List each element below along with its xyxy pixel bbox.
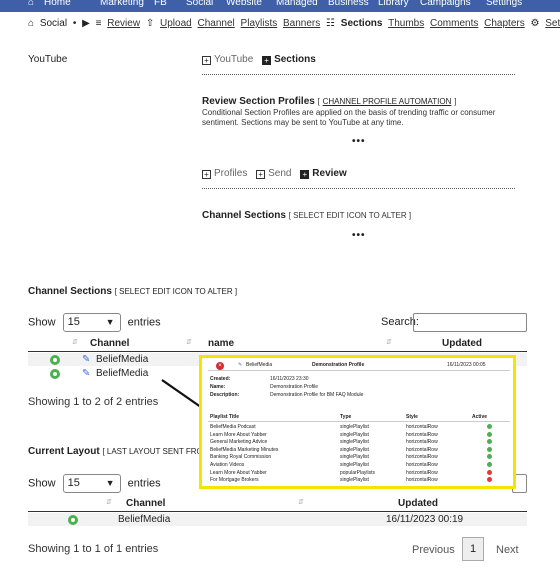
column-header-style: Style [406, 414, 418, 420]
popup-playlist-row: Aviation Videos singlePlaylist horizontalR… [210, 462, 500, 469]
playlist-title: Banking Royal Commission [210, 454, 272, 461]
playlist-type: singlePlaylist [340, 424, 369, 430]
active-toggle-icon[interactable] [487, 446, 492, 452]
field-value: Demonstration Profile [270, 384, 319, 390]
playlist-type: singlePlaylist [340, 431, 369, 438]
playlist-type: singlePlaylist [340, 454, 369, 461]
popup-playlist-row: General Marketing Advice singlePlaylist ho… [210, 439, 500, 446]
playlist-title: BeliefMedia Podcast [210, 424, 256, 430]
playlist-style: horizontalRow [406, 446, 438, 453]
active-toggle-icon[interactable] [487, 424, 492, 429]
popup-playlist-row: Learn More About Yabber singlePlaylist hor… [210, 431, 500, 439]
playlist-type: singlePlaylist [340, 462, 369, 468]
playlist-title: General Marketing Advice [210, 439, 268, 446]
divider [208, 421, 510, 422]
close-icon[interactable]: × [216, 362, 224, 370]
popup-playlist-row: Learn More About Yabber popularPlaylists h… [210, 469, 500, 477]
playlist-type: popularPlaylists [340, 469, 376, 476]
popup-playlist-row: For Mortgage Brokers singlePlaylist horizo… [210, 477, 500, 484]
inactive-toggle-icon[interactable] [487, 469, 492, 475]
active-toggle-icon[interactable] [487, 431, 492, 437]
edit-icon[interactable]: ✎ [238, 362, 242, 368]
playlist-title: Learn More About Yabber [210, 431, 267, 438]
popup-playlist-row: Banking Royal Commission singlePlaylist ho… [210, 454, 500, 461]
active-toggle-icon[interactable] [487, 439, 492, 445]
active-toggle-icon[interactable] [487, 462, 492, 467]
playlist-style: horizontalRow [406, 454, 438, 461]
playlist-style: horizontalRow [406, 462, 438, 468]
playlist-title: BeliefMedia Marketing Minutes [210, 446, 279, 453]
playlist-style: horizontalRow [406, 469, 438, 476]
playlist-title: Learn More About Yabber [210, 469, 267, 476]
playlist-title: For Mortgage Brokers [210, 477, 259, 484]
field-label: Description: [210, 392, 240, 398]
playlist-type: singlePlaylist [340, 439, 369, 446]
playlist-style: horizontalRow [406, 431, 438, 438]
popup-playlist-row: BeliefMedia Podcast singlePlaylist horizon… [210, 424, 500, 431]
field-label: Name: [210, 384, 226, 390]
divider [208, 370, 510, 371]
playlist-style: horizontalRow [406, 477, 438, 484]
playlist-type: singlePlaylist [340, 477, 369, 484]
popup-channel: BeliefMedia [246, 362, 273, 368]
field-value: 16/11/2023 23:30 [270, 376, 309, 382]
column-header-active: Active [472, 414, 488, 420]
popup-playlist-row: BeliefMedia Marketing Minutes singlePlayl… [210, 446, 500, 454]
column-header-playlist-title: Playlist Title [210, 414, 240, 420]
playlist-style: horizontalRow [406, 439, 438, 446]
profile-preview-popup: × ✎ BeliefMedia Demonstration Profile 16… [199, 355, 516, 489]
annotation-arrow [161, 379, 213, 416]
inactive-toggle-icon[interactable] [487, 477, 492, 483]
field-label: Created: [210, 376, 231, 382]
column-header-type: Type [340, 414, 352, 420]
playlist-style: horizontalRow [406, 424, 438, 430]
playlist-type: singlePlaylist [340, 446, 369, 453]
popup-title: Demonstration Profile [312, 362, 365, 368]
field-value: Demonstration Profile for BM FAQ Module [270, 392, 364, 398]
popup-date: 16/11/2023 00:05 [447, 362, 486, 368]
playlist-title: Aviation Videos [210, 462, 245, 468]
active-toggle-icon[interactable] [487, 454, 492, 460]
